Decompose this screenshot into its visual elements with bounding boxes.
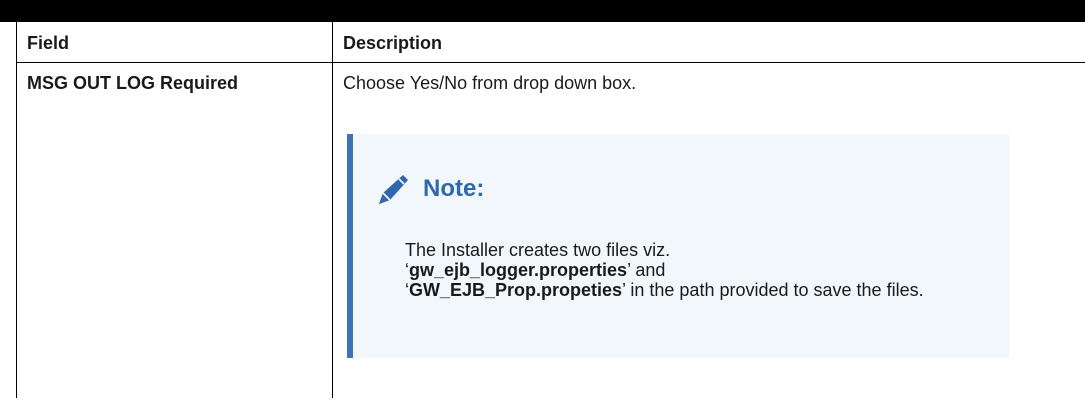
note-header: Note: xyxy=(377,172,484,206)
table-row: MSG OUT LOG Required Choose Yes/No from … xyxy=(16,62,1085,398)
note-file-logger: gw_ejb_logger.properties xyxy=(409,259,628,280)
note-title: Note: xyxy=(423,174,485,202)
pencil-icon xyxy=(379,174,408,204)
parameter-table: Field Description MSG OUT LOG Required C… xyxy=(16,22,1085,398)
note-text: The Installer creates two files viz. ‘gw… xyxy=(405,239,924,300)
description-text: Choose Yes/No from drop down box. xyxy=(343,72,637,93)
description-cell: Choose Yes/No from drop down box. Note: … xyxy=(332,62,1085,398)
table-header-row: Field Description xyxy=(16,22,1085,63)
header-field: Field xyxy=(16,22,333,63)
header-description: Description xyxy=(332,22,1085,63)
field-cell: MSG OUT LOG Required xyxy=(16,62,333,398)
note-file-prop: GW_EJB_Prop.propeties xyxy=(409,279,623,300)
note-box: Note: The Installer creates two files vi… xyxy=(347,133,1009,358)
top-rule xyxy=(0,0,1085,22)
note-line-1: The Installer creates two files viz. xyxy=(405,239,671,260)
note-rest: in the path provided to save the files. xyxy=(625,279,924,300)
